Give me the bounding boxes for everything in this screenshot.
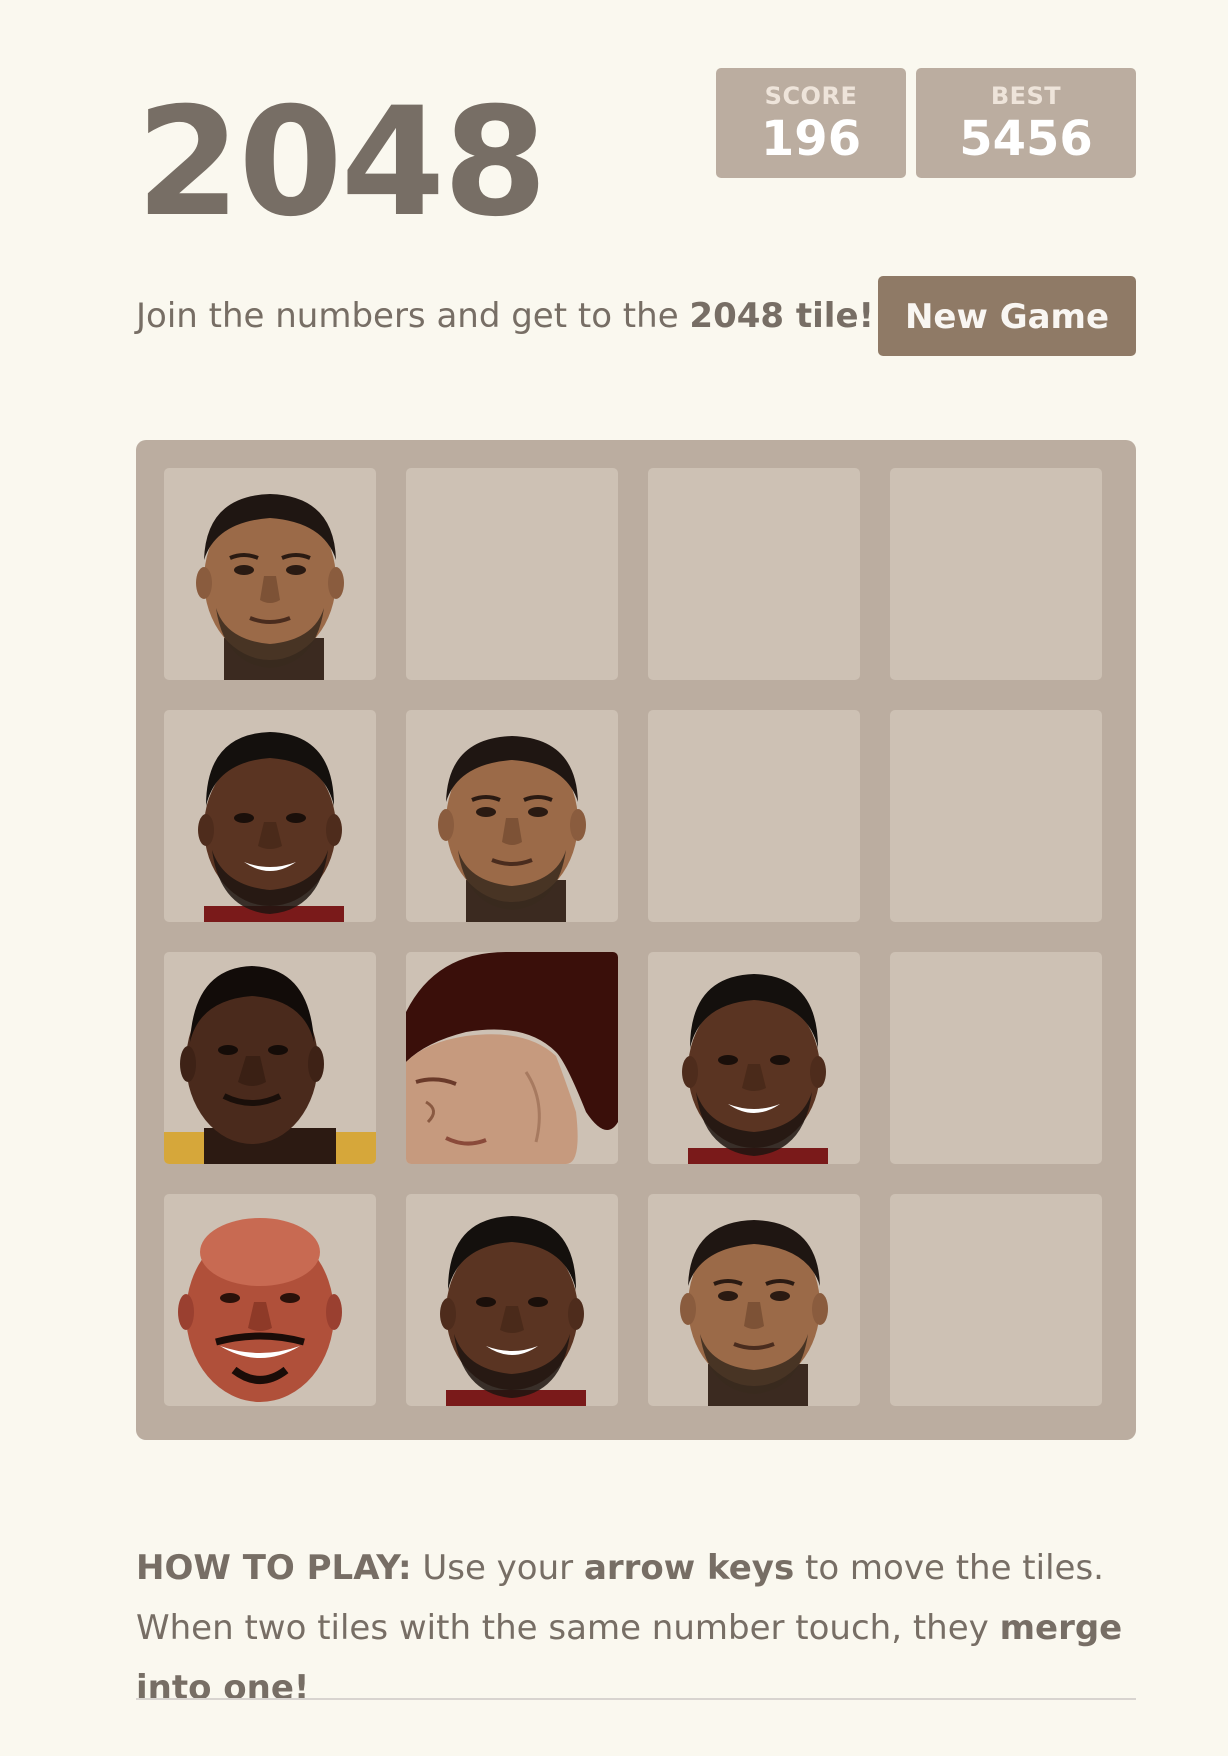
- empty-cell: [890, 468, 1102, 680]
- instructions-text-1: Use your: [411, 1548, 584, 1588]
- new-game-button[interactable]: New Game: [878, 276, 1136, 356]
- intro-text: Join the numbers and get to the: [136, 296, 690, 336]
- player-a-face: [196, 494, 344, 680]
- player-e-face: [178, 1218, 342, 1402]
- intro-bold: 2048 tile!: [689, 296, 875, 336]
- empty-cell: [890, 710, 1102, 922]
- score-label: SCORE: [764, 82, 858, 110]
- score-value: 196: [760, 111, 862, 167]
- face-tile: [164, 952, 376, 1164]
- empty-cell: [648, 468, 860, 680]
- divider: [136, 1698, 1136, 1700]
- face-tile: [648, 952, 860, 1164]
- face-tile: [406, 952, 618, 1164]
- face-tile: [164, 468, 376, 680]
- player-d-face: [406, 952, 618, 1164]
- player-b-face: [198, 732, 344, 922]
- best-label: BEST: [990, 82, 1062, 110]
- player-c-face: [164, 966, 376, 1164]
- game-title: 2048: [136, 76, 547, 250]
- empty-cell: [648, 710, 860, 922]
- face-tile: [406, 1194, 618, 1406]
- player-b-face: [682, 974, 828, 1164]
- best-value: 5456: [959, 111, 1093, 167]
- player-a-face: [680, 1220, 828, 1406]
- face-tile: [406, 710, 618, 922]
- game-board[interactable]: [136, 440, 1136, 1440]
- best-score-box: BEST 5456: [916, 68, 1136, 178]
- how-to-play-label: HOW TO PLAY:: [136, 1548, 412, 1588]
- empty-cell: [890, 1194, 1102, 1406]
- face-tile: [164, 710, 376, 922]
- score-box: SCORE 196: [716, 68, 906, 178]
- player-a-face: [438, 736, 586, 922]
- game-instructions: HOW TO PLAY: Use your arrow keys to move…: [136, 1538, 1136, 1718]
- empty-cell: [890, 952, 1102, 1164]
- empty-cell: [406, 468, 618, 680]
- player-b-face: [440, 1216, 586, 1406]
- instructions-bold-1: arrow keys: [583, 1548, 795, 1588]
- game-intro: Join the numbers and get to the 2048 til…: [136, 296, 874, 336]
- face-tile: [648, 1194, 860, 1406]
- face-tile: [164, 1194, 376, 1406]
